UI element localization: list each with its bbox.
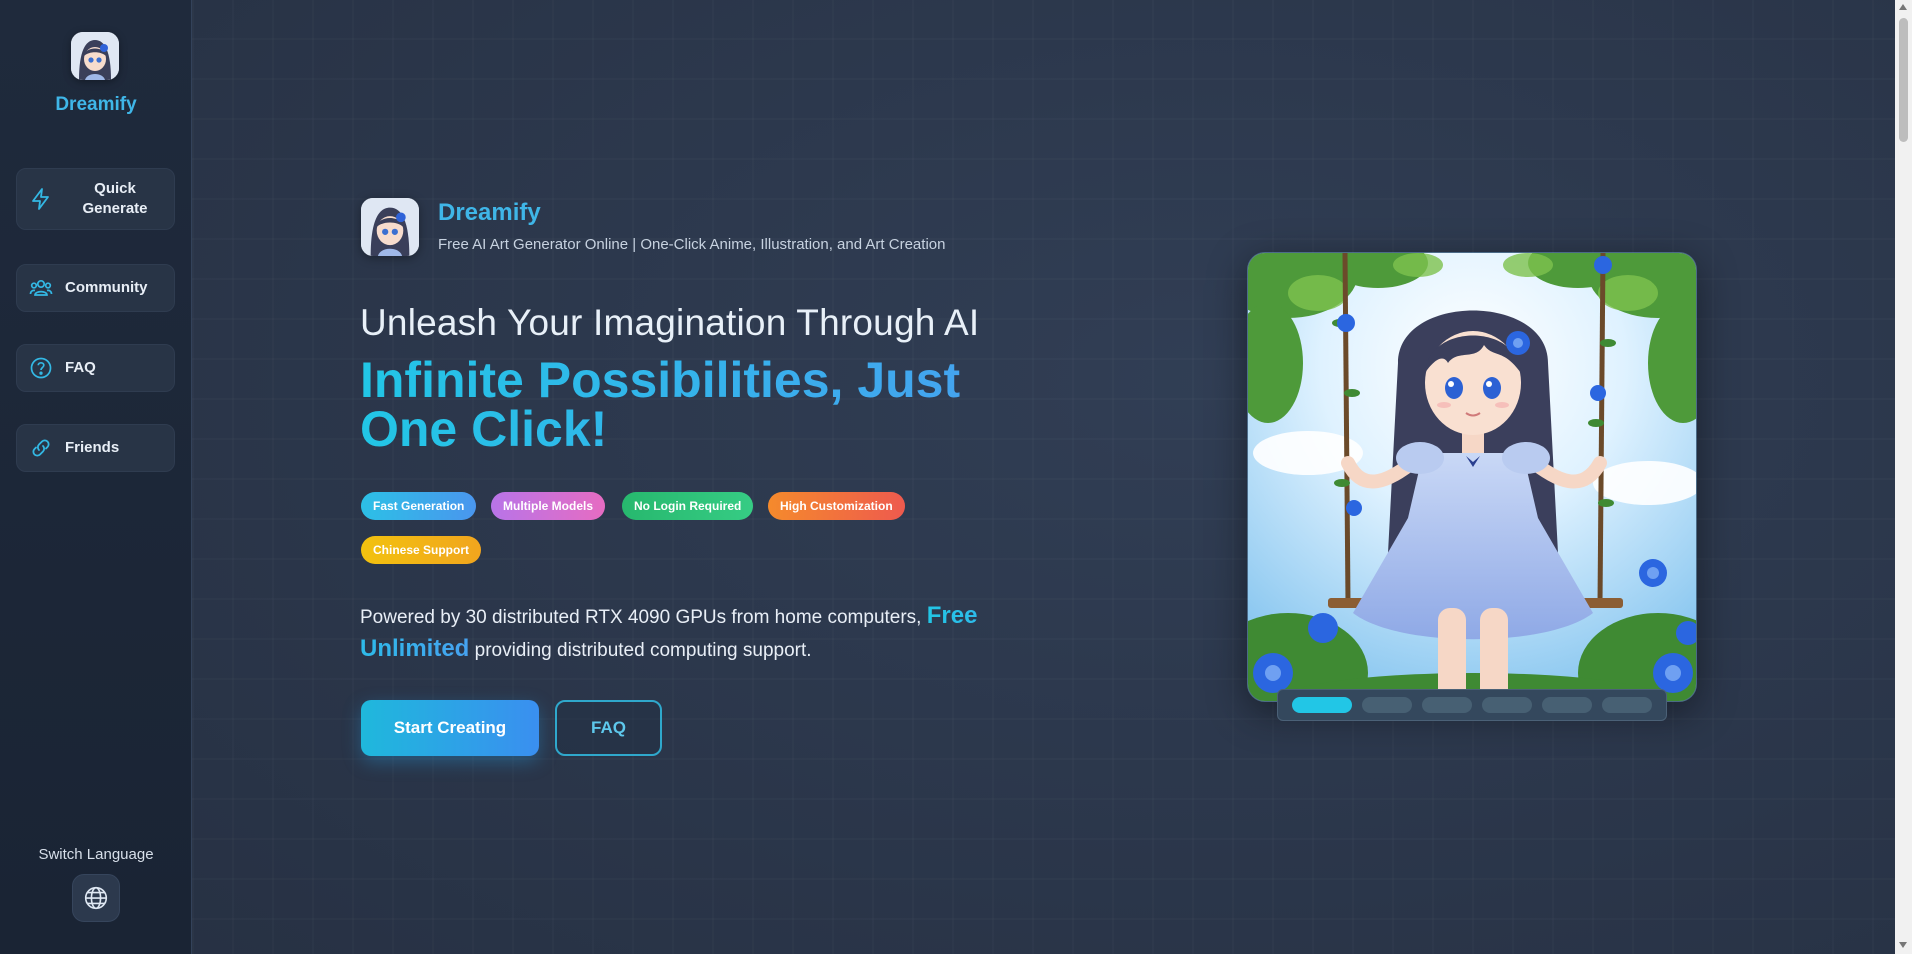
question-circle-icon [30, 357, 52, 379]
users-icon [29, 279, 53, 296]
hero-brand-name: Dreamify [438, 199, 541, 226]
tag-fast-generation: Fast Generation [361, 492, 477, 520]
carousel-dot[interactable] [1422, 697, 1472, 713]
desc-text-after: providing distributed computing support. [469, 640, 812, 661]
carousel-dot[interactable] [1542, 697, 1592, 713]
sidebar-item-label: FAQ [65, 359, 96, 376]
hero-logo [361, 198, 419, 256]
scroll-thumb[interactable] [1899, 18, 1908, 142]
sidebar-item-faq[interactable]: FAQ [16, 344, 175, 392]
start-creating-button[interactable]: Start Creating [361, 700, 539, 756]
lightning-icon [32, 188, 49, 210]
tag-high-customization: High Customization [768, 492, 905, 520]
sidebar: Dreamify Quick Generate Community FAQ Fr… [0, 0, 192, 954]
sidebar-item-community[interactable]: Community [16, 264, 175, 312]
scroll-down-icon[interactable] [1899, 942, 1907, 948]
faq-button[interactable]: FAQ [555, 700, 662, 756]
hero-description: Powered by 30 distributed RTX 4090 GPUs … [360, 600, 1000, 666]
sidebar-brand-name: Dreamify [55, 94, 137, 115]
sidebar-item-label: Community [65, 279, 148, 296]
page-scrollbar[interactable] [1895, 0, 1912, 954]
sidebar-item-label: Quick Generate [82, 180, 148, 217]
carousel-dot[interactable] [1362, 697, 1412, 713]
hero-tagline: Free AI Art Generator Online | One-Click… [438, 236, 946, 253]
tag-multiple-models: Multiple Models [491, 492, 605, 520]
sidebar-item-friends[interactable]: Friends [16, 424, 175, 472]
hero-heading: Unleash Your Imagination Through AI [360, 302, 980, 343]
link-icon [32, 439, 50, 457]
sidebar-item-label: Friends [65, 439, 120, 456]
tag-chinese-support: Chinese Support [361, 536, 482, 564]
scroll-up-icon[interactable] [1899, 4, 1907, 10]
desc-text-before: Powered by 30 distributed RTX 4090 GPUs … [360, 607, 927, 628]
tag-no-login: No Login Required [622, 492, 754, 520]
switch-language-label: Switch Language [38, 846, 154, 863]
hero-subheading: Infinite Possibilities, Just One Click! [360, 355, 1000, 454]
carousel-dot[interactable] [1292, 697, 1352, 713]
switch-language-button[interactable] [72, 874, 120, 922]
carousel-dot[interactable] [1482, 697, 1532, 713]
showcase-image [1247, 252, 1697, 702]
carousel-indicator [1277, 689, 1667, 721]
sidebar-item-quick-generate[interactable]: Quick Generate [16, 168, 175, 230]
app-logo[interactable] [71, 32, 119, 80]
carousel-dot[interactable] [1602, 697, 1652, 713]
globe-icon [84, 886, 108, 910]
